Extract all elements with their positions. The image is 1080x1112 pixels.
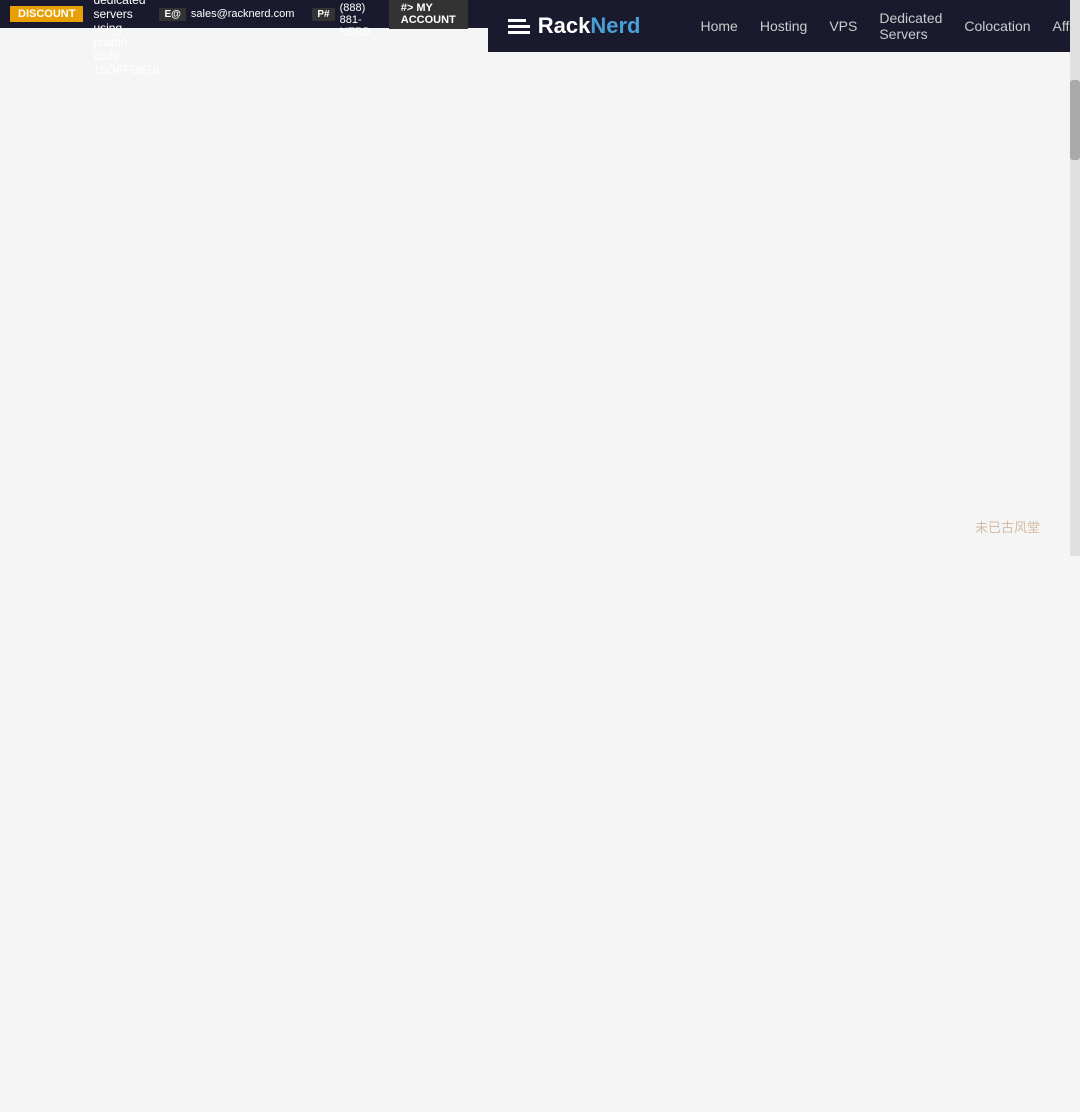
nav-home[interactable]: Home <box>701 13 738 39</box>
logo-line-2 <box>508 25 530 28</box>
nav-dedicated-servers[interactable]: Dedicated Servers <box>879 5 942 47</box>
email-value: sales@racknerd.com <box>191 8 294 20</box>
logo[interactable]: RackNerd <box>508 13 641 39</box>
nav-colocation[interactable]: Colocation <box>964 13 1030 39</box>
phone-value: +1 (888) 881-NERD <box>340 0 371 38</box>
phone-contact: P# +1 (888) 881-NERD <box>312 0 370 38</box>
discount-tag: DISCOUNT <box>10 6 83 22</box>
discount-bar: DISCOUNT Save 15% off for life on all de… <box>0 0 488 28</box>
scrollbar[interactable] <box>1070 0 1080 556</box>
contact-info: E@ sales@racknerd.com P# +1 (888) 881-NE… <box>159 0 467 38</box>
logo-line-3 <box>508 31 530 34</box>
scrollbar-thumb[interactable] <box>1070 80 1080 160</box>
logo-text: RackNerd <box>538 13 641 39</box>
email-contact: E@ sales@racknerd.com <box>159 8 294 21</box>
discount-text: Save 15% off for life on all dedicated s… <box>93 0 159 77</box>
logo-icon <box>508 19 530 34</box>
phone-label: P# <box>312 8 334 21</box>
email-label: E@ <box>159 8 185 21</box>
nav-links: Home Hosting VPS Dedicated Servers Coloc… <box>701 5 1080 47</box>
logo-line-1 <box>508 19 526 22</box>
my-account-button[interactable]: #> MY ACCOUNT <box>389 0 468 29</box>
navbar: RackNerd Home Hosting VPS Dedicated Serv… <box>488 0 1080 52</box>
nav-vps[interactable]: VPS <box>829 13 857 39</box>
watermark: 未已古风堂 <box>975 517 1040 536</box>
nav-hosting[interactable]: Hosting <box>760 13 807 39</box>
